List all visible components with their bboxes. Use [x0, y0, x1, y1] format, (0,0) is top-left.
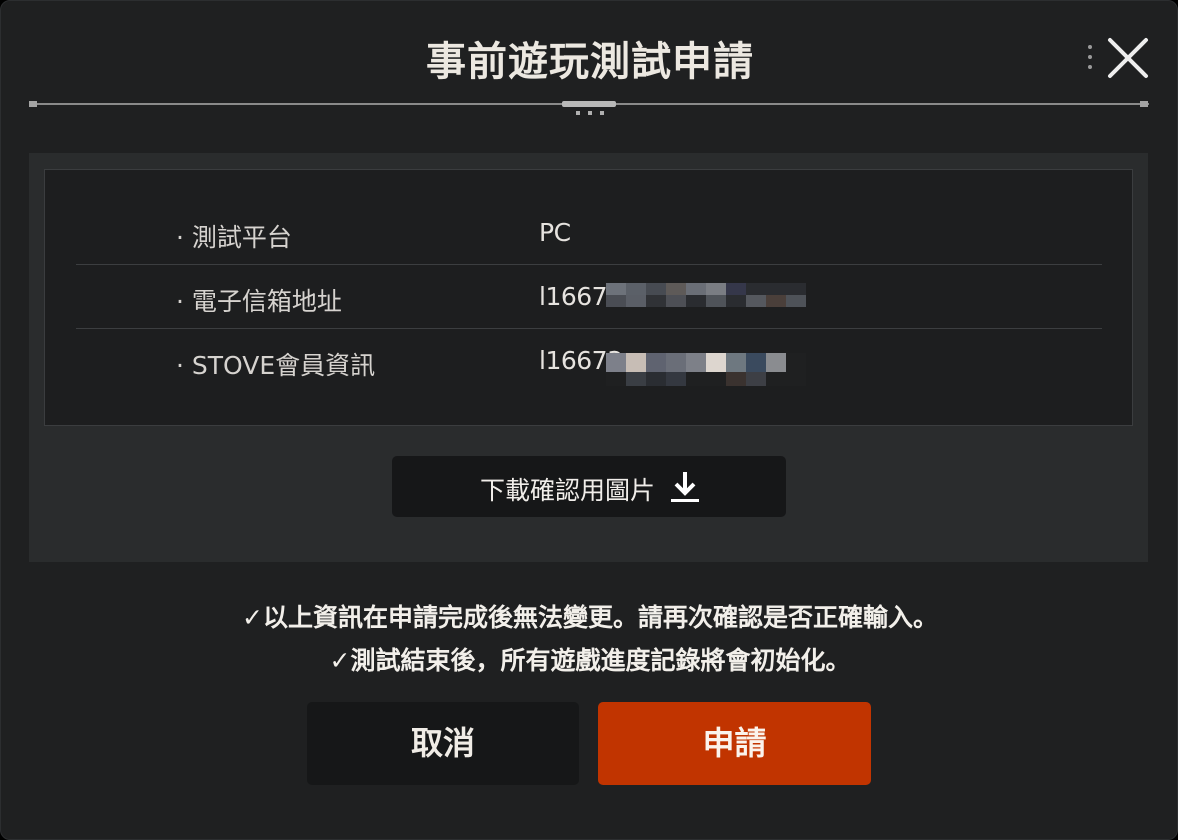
close-icon[interactable]: [1105, 35, 1151, 81]
download-button-label: 下載確認用圖片: [480, 476, 656, 505]
row-label: · 電子信箱地址: [176, 287, 342, 316]
notice-progress-reset: ✓測試結束後，所有遊戲進度記錄將會初始化。: [329, 646, 851, 675]
notice-info-unchangeable: ✓以上資訊在申請完成後無法變更。請再次確認是否正確輸入。: [242, 603, 938, 632]
row-value: PC: [539, 218, 571, 247]
download-confirmation-image-button[interactable]: 下載確認用圖片: [392, 456, 786, 517]
row-label: · 測試平台: [176, 223, 292, 252]
info-row-email: · 電子信箱地址 l16673: [76, 265, 1102, 329]
download-icon: [671, 472, 699, 502]
redacted-email-blur: [606, 283, 806, 307]
divider-cap-left: [29, 101, 37, 107]
cancel-button[interactable]: 取消: [307, 702, 579, 785]
pre-test-application-dialog: 事前遊玩測試申請 · 測試平台 PC · 電子信箱地址 l16673 · STO…: [0, 0, 1178, 840]
dialog-title: 事前遊玩測試申請: [426, 39, 754, 85]
info-row-stove-member: · STOVE會員資訊 l16673: [76, 329, 1102, 393]
redacted-member-blur: [606, 353, 806, 386]
info-row-platform: · 測試平台 PC: [76, 201, 1102, 265]
apply-button[interactable]: 申請: [598, 702, 871, 785]
divider-center-bar: [562, 101, 616, 107]
divider-dots-icon: [576, 111, 604, 115]
row-label: · STOVE會員資訊: [176, 351, 376, 380]
divider-cap-right: [1140, 101, 1148, 107]
more-vertical-icon[interactable]: [1086, 41, 1094, 73]
